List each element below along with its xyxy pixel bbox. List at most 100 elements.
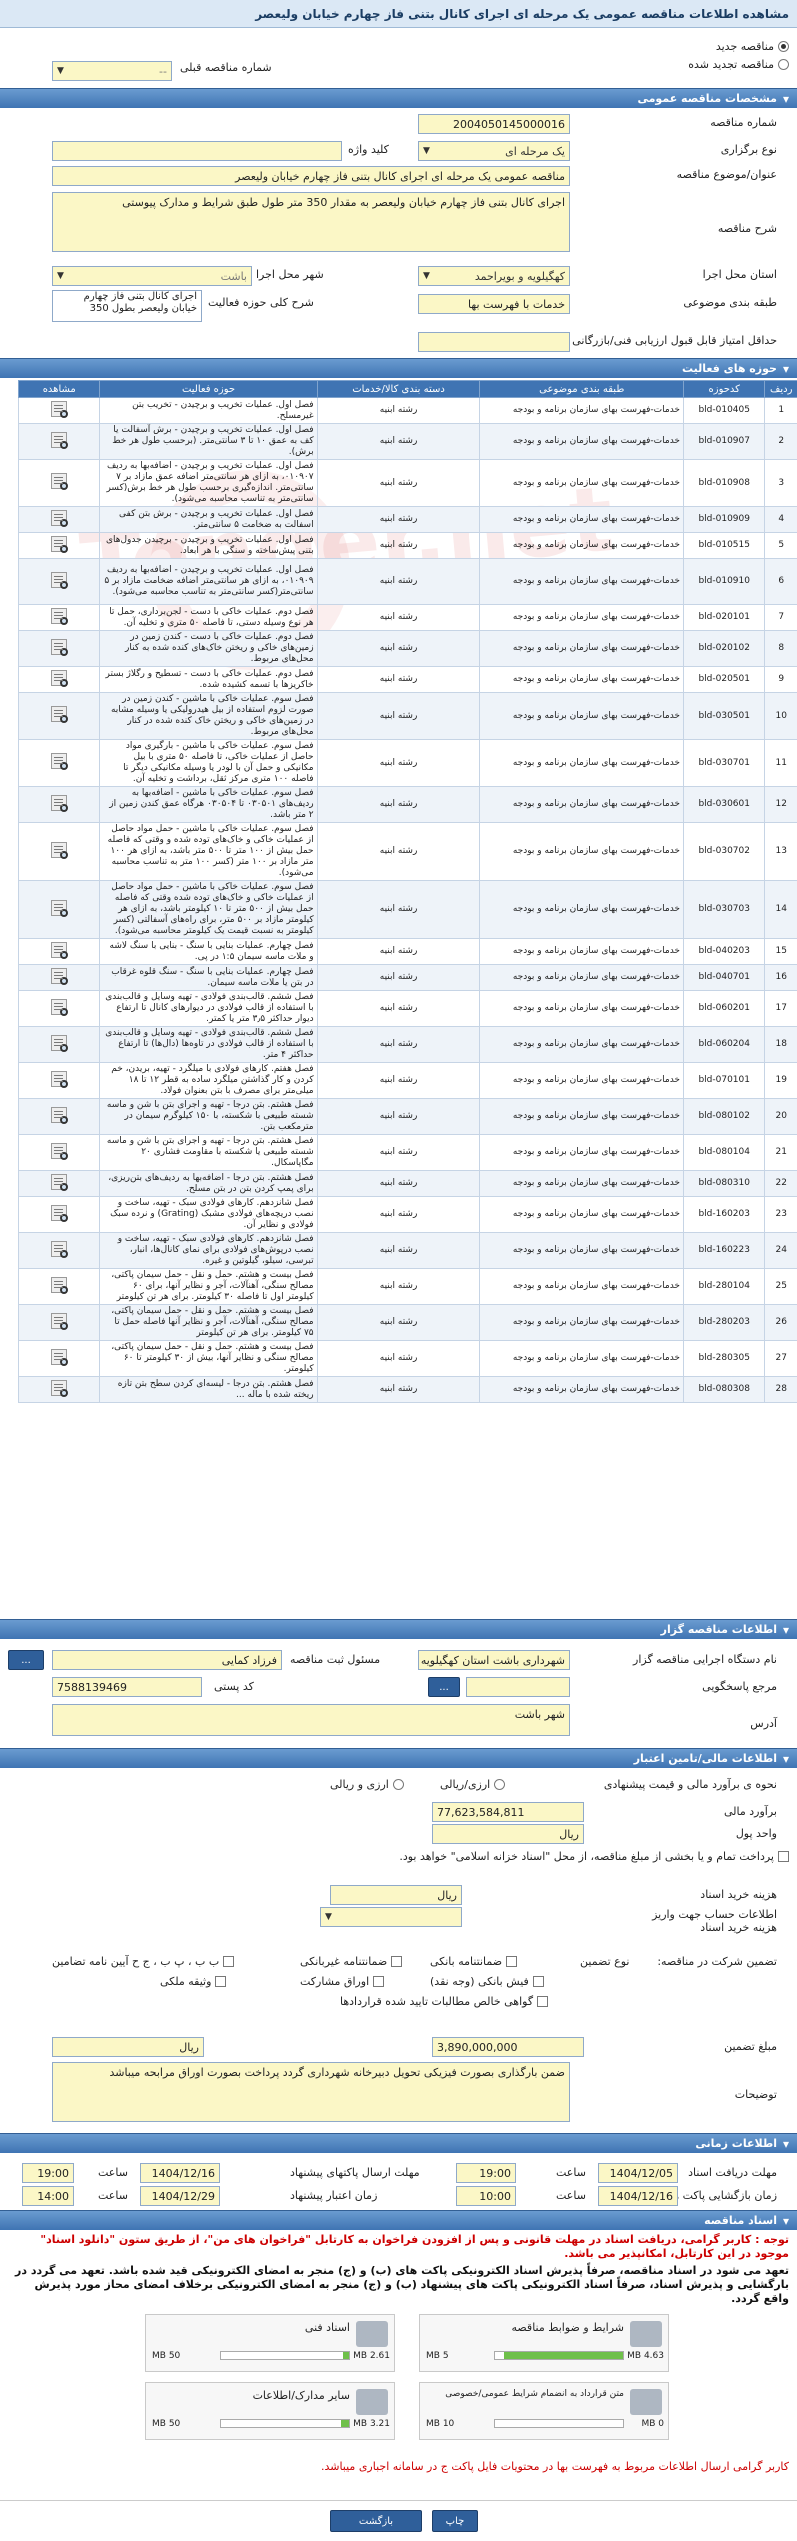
view-cell[interactable] bbox=[17, 1062, 101, 1099]
view-document-icon[interactable] bbox=[51, 535, 69, 553]
view-cell[interactable] bbox=[17, 786, 101, 823]
official-browse-button[interactable]: ... bbox=[8, 1650, 44, 1670]
g-nonbank-checkbox[interactable] bbox=[391, 1956, 403, 1967]
view-document-icon[interactable] bbox=[51, 669, 69, 687]
back-button[interactable]: بازگشت bbox=[330, 2510, 422, 2532]
view-document-icon[interactable] bbox=[51, 841, 69, 859]
view-cell[interactable] bbox=[17, 1376, 101, 1403]
method-select[interactable]: یک مرحله ای ▼ bbox=[418, 141, 570, 161]
general-section-header[interactable]: ▾ مشخصات مناقصه عمومی bbox=[0, 88, 797, 108]
view-document-icon[interactable] bbox=[51, 1034, 69, 1052]
file-box-terms[interactable]: شرایط و ضوابط مناقصه 5 MB 4.63 MB bbox=[419, 2314, 669, 2372]
city-select[interactable]: باشت ▼ bbox=[52, 266, 252, 286]
view-document-icon[interactable] bbox=[51, 753, 69, 770]
view-cell[interactable] bbox=[17, 532, 101, 559]
view-document-icon[interactable] bbox=[51, 1348, 69, 1366]
opt-rial[interactable]: ارزی و ریالی bbox=[330, 1778, 404, 1791]
file-box-contract[interactable]: متن قرارداد به انضمام شرایط عمومی/خصوصی … bbox=[419, 2382, 669, 2440]
view-document-icon[interactable] bbox=[51, 1276, 69, 1294]
view-document-icon[interactable] bbox=[51, 473, 69, 490]
view-cell[interactable] bbox=[17, 1232, 101, 1269]
view-cell[interactable] bbox=[17, 1170, 101, 1197]
file-box-technical[interactable]: اسناد فنی 50 MB 2.61 MB bbox=[145, 2314, 395, 2372]
g-bank-checkbox[interactable] bbox=[506, 1956, 518, 1967]
view-document-icon[interactable] bbox=[51, 400, 69, 418]
g-opt-bank[interactable]: ضمانتنامه بانکی bbox=[430, 1955, 518, 1968]
new-radio[interactable] bbox=[778, 41, 789, 52]
view-cell[interactable] bbox=[17, 558, 101, 605]
rial-radio[interactable] bbox=[392, 1779, 404, 1790]
g-opt-bonds[interactable]: اوراق مشارکت bbox=[300, 1975, 385, 1988]
view-cell[interactable] bbox=[17, 423, 101, 460]
scope-list[interactable]: اجرای کانال بتنی فاز چهارم خیابان ولیعصر… bbox=[52, 290, 202, 322]
view-cell[interactable] bbox=[17, 938, 101, 965]
view-document-icon[interactable] bbox=[51, 509, 69, 527]
tender-new-option[interactable]: مناقصه جدید bbox=[716, 40, 789, 53]
view-document-icon[interactable] bbox=[51, 607, 69, 625]
file-box-other[interactable]: سایر مدارک/اطلاعات 50 MB 3.21 MB bbox=[145, 2382, 395, 2440]
view-cell[interactable] bbox=[17, 666, 101, 693]
view-document-icon[interactable] bbox=[51, 638, 69, 656]
view-document-icon[interactable] bbox=[51, 431, 69, 449]
renew-radio[interactable] bbox=[778, 59, 789, 70]
g-opt-claims[interactable]: گواهی خالص مطالبات تایید شده قراردادها bbox=[340, 1995, 549, 2008]
opt-currency[interactable]: ارزی/ریالی bbox=[440, 1778, 506, 1791]
view-cell[interactable] bbox=[17, 1340, 101, 1377]
collapse-icon[interactable]: ▾ bbox=[783, 92, 789, 106]
view-document-icon[interactable] bbox=[51, 1204, 69, 1222]
province-select[interactable]: کهگیلویه و بویراحمد ▼ bbox=[418, 266, 570, 286]
partial-checkbox[interactable] bbox=[778, 1851, 789, 1862]
tender-renew-option[interactable]: مناقصه تجدید شده bbox=[688, 58, 789, 71]
view-cell[interactable] bbox=[17, 1196, 101, 1233]
view-document-icon[interactable] bbox=[51, 1312, 69, 1330]
view-document-icon[interactable] bbox=[51, 794, 69, 812]
g-property-checkbox[interactable] bbox=[215, 1976, 227, 1987]
collapse-icon[interactable]: ▾ bbox=[783, 2137, 789, 2151]
g-opt-cash[interactable]: فیش بانکی (وجه نقد) bbox=[430, 1975, 544, 1988]
view-cell[interactable] bbox=[17, 822, 101, 881]
view-cell[interactable] bbox=[17, 459, 101, 507]
view-cell[interactable] bbox=[17, 880, 101, 939]
g-cash-checkbox[interactable] bbox=[532, 1976, 544, 1987]
collapse-icon[interactable]: ▾ bbox=[783, 2214, 789, 2228]
view-document-icon[interactable] bbox=[51, 706, 69, 723]
collapse-icon[interactable]: ▾ bbox=[783, 1623, 789, 1637]
view-document-icon[interactable] bbox=[51, 899, 69, 917]
view-cell[interactable] bbox=[17, 1268, 101, 1305]
partial-payment-option[interactable]: پرداخت تمام و یا بخشی از مبلغ مناقصه، از… bbox=[9, 1850, 789, 1863]
bank-select[interactable]: ▼ bbox=[320, 1907, 462, 1927]
view-document-icon[interactable] bbox=[51, 571, 69, 589]
view-cell[interactable] bbox=[17, 1304, 101, 1341]
activity-section-header[interactable]: ▾ حوزه های فعالیت bbox=[0, 358, 797, 378]
view-document-icon[interactable] bbox=[51, 1173, 69, 1191]
view-document-icon[interactable] bbox=[51, 998, 69, 1016]
docs-section-header[interactable]: ▾ اسناد مناقصه bbox=[0, 2210, 797, 2230]
view-cell[interactable] bbox=[17, 692, 101, 740]
view-cell[interactable] bbox=[17, 1026, 101, 1063]
view-cell[interactable] bbox=[17, 739, 101, 787]
view-cell[interactable] bbox=[17, 506, 101, 533]
g-claims-checkbox[interactable] bbox=[537, 1996, 549, 2007]
g-opt-nonbank[interactable]: ضمانتنامه غیربانکی bbox=[300, 1955, 403, 1968]
print-button[interactable]: چاپ bbox=[432, 2510, 478, 2532]
view-cell[interactable] bbox=[17, 397, 101, 424]
view-document-icon[interactable] bbox=[51, 967, 69, 985]
ref-browse-button[interactable]: ... bbox=[428, 1677, 460, 1697]
view-cell[interactable] bbox=[17, 990, 101, 1027]
view-cell[interactable] bbox=[17, 964, 101, 991]
timing-section-header[interactable]: ▾ اطلاعات زمانی bbox=[0, 2133, 797, 2153]
g-opt-property[interactable]: وثیقه ملکی bbox=[160, 1975, 227, 1988]
view-document-icon[interactable] bbox=[51, 1070, 69, 1088]
g-rules-checkbox[interactable] bbox=[223, 1956, 235, 1967]
prev-number-select[interactable]: -- ▼ bbox=[52, 61, 172, 81]
view-document-icon[interactable] bbox=[51, 1142, 69, 1160]
view-document-icon[interactable] bbox=[51, 1379, 69, 1397]
view-document-icon[interactable] bbox=[51, 1240, 69, 1258]
collapse-icon[interactable]: ▾ bbox=[783, 362, 789, 376]
view-document-icon[interactable] bbox=[51, 1106, 69, 1124]
organizer-section-header[interactable]: ▾ اطلاعات مناقصه گزار bbox=[0, 1619, 797, 1639]
currency-radio[interactable] bbox=[494, 1779, 506, 1790]
view-document-icon[interactable] bbox=[51, 941, 69, 959]
view-cell[interactable] bbox=[17, 604, 101, 631]
g-bonds-checkbox[interactable] bbox=[373, 1976, 385, 1987]
